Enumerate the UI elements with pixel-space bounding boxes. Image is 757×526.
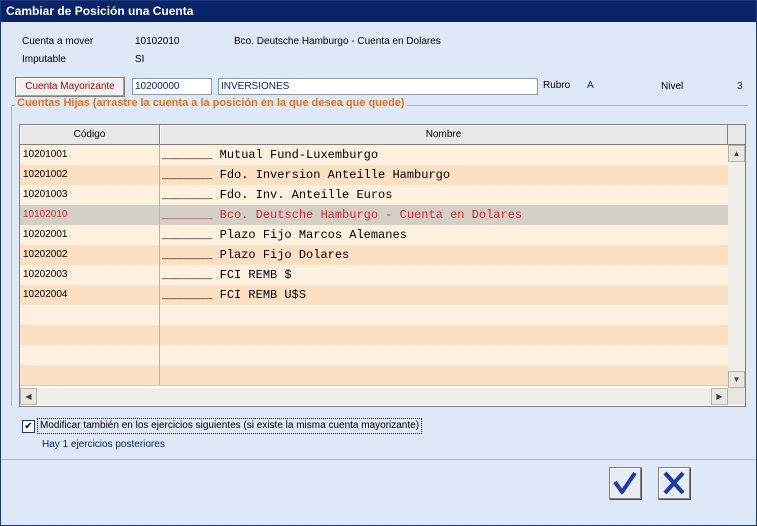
- scroll-corner: [728, 388, 745, 405]
- cell-nombre-text: Fdo. Inversion Anteille Hamburgo: [219, 168, 451, 182]
- cancel-button[interactable]: [658, 467, 690, 499]
- cell-separator: [159, 345, 160, 365]
- cuentas-grid[interactable]: Código Nombre 10201001 _______ Mutual Fun…: [19, 124, 746, 407]
- group-title: Cuentas Hijas (arrastre la cuenta a la p…: [15, 97, 407, 109]
- cell-separator: [159, 205, 160, 225]
- check-icon: ✔: [24, 421, 33, 432]
- scroll-right-icon[interactable]: ▶: [711, 388, 728, 405]
- cell-nombre-prefix: _______: [162, 248, 213, 262]
- empty-row: [20, 345, 728, 366]
- table-row[interactable]: 10202003 _______ FCI REMB $: [20, 265, 728, 286]
- cell-codigo: 10102010: [23, 209, 68, 220]
- cell-codigo: 10202001: [23, 229, 68, 240]
- cell-nombre-prefix: _______: [162, 208, 213, 222]
- cell-nombre: _______ Fdo. Inversion Anteille Hamburgo: [162, 165, 450, 185]
- imputable-value: SI: [135, 54, 145, 65]
- col-codigo-header[interactable]: Código: [20, 125, 160, 144]
- empty-row: [20, 325, 728, 346]
- window-title: Cambiar de Posición una Cuenta: [6, 4, 194, 18]
- cell-separator: [159, 265, 160, 285]
- modify-checkbox[interactable]: ✔: [22, 420, 35, 433]
- dialog-window: Cambiar de Posición una Cuenta Cuenta a …: [0, 0, 757, 526]
- table-row[interactable]: 10202002 _______ Plazo Fijo Dolares: [20, 245, 728, 266]
- cell-separator: [159, 225, 160, 245]
- scroll-up-icon[interactable]: ▲: [728, 145, 745, 162]
- cell-nombre: _______ Plazo Fijo Dolares: [162, 245, 349, 265]
- cell-nombre-text: Mutual Fund-Luxemburgo: [219, 148, 379, 162]
- table-row[interactable]: 10201001 _______ Mutual Fund-Luxemburgo: [20, 145, 728, 166]
- nivel-label: Nivel: [661, 81, 684, 92]
- nivel-value: 3: [737, 81, 743, 92]
- cell-nombre-text: FCI REMB U$S: [219, 288, 307, 302]
- cell-separator: [159, 325, 160, 345]
- cell-nombre-text: Plazo Fijo Marcos Alemanes: [219, 228, 407, 242]
- scroll-down-icon[interactable]: ▼: [728, 371, 745, 388]
- cell-separator: [159, 245, 160, 265]
- cell-nombre-prefix: _______: [162, 268, 213, 282]
- posterior-info: Hay 1 ejercicios posteriores: [42, 439, 165, 450]
- footer-divider: [1, 459, 756, 460]
- cell-codigo: 10202004: [23, 289, 68, 300]
- cuenta-name: Bco. Deutsche Hamburgo - Cuenta en Dolar…: [234, 36, 441, 47]
- ok-button[interactable]: [609, 467, 641, 499]
- cell-separator: [159, 365, 160, 385]
- col-nombre-header[interactable]: Nombre: [160, 125, 728, 144]
- cell-codigo: 10202002: [23, 249, 68, 260]
- cell-nombre-prefix: _______: [162, 168, 213, 182]
- cell-nombre: _______ Mutual Fund-Luxemburgo: [162, 145, 378, 165]
- table-row[interactable]: 10102010 _______ Bco. Deutsche Hamburgo -…: [20, 205, 728, 226]
- cell-nombre-text: Plazo Fijo Dolares: [219, 248, 350, 262]
- cell-nombre: _______ Fdo. Inv. Anteille Euros: [162, 185, 392, 205]
- cell-separator: [159, 285, 160, 305]
- modify-checkbox-label[interactable]: Modificar también en los ejercicios sigu…: [37, 418, 423, 434]
- cell-codigo: 10201001: [23, 149, 68, 160]
- cell-nombre-text: Fdo. Inv. Anteille Euros: [219, 188, 393, 202]
- cell-codigo: 10201003: [23, 189, 68, 200]
- cell-nombre: _______ FCI REMB U$S: [162, 285, 306, 305]
- horizontal-scrollbar[interactable]: ◀ ▶: [20, 388, 728, 405]
- cuenta-mayorizante-button[interactable]: Cuenta Mayorizante: [15, 77, 125, 97]
- cell-nombre-prefix: _______: [162, 188, 213, 202]
- mayorizante-name-field[interactable]: INVERSIONES: [218, 78, 538, 95]
- cell-separator: [159, 165, 160, 185]
- empty-row: [20, 305, 728, 326]
- scroll-left-icon[interactable]: ◀: [20, 388, 37, 405]
- cell-separator: [159, 305, 160, 325]
- empty-row: [20, 365, 728, 386]
- cell-nombre-text: Bco. Deutsche Hamburgo - Cuenta en Dolar…: [219, 208, 523, 222]
- cell-nombre-text: FCI REMB $: [219, 268, 292, 282]
- cuenta-label: Cuenta a mover: [22, 36, 94, 47]
- cuenta-code: 10102010: [135, 36, 180, 47]
- mayorizante-code-field[interactable]: 10200000: [132, 78, 212, 95]
- cell-nombre: _______ FCI REMB $: [162, 265, 292, 285]
- checkmark-icon: [613, 471, 637, 494]
- close-icon: [663, 471, 685, 495]
- table-row[interactable]: 10202001 _______ Plazo Fijo Marcos Aleman…: [20, 225, 728, 246]
- cell-codigo: 10201002: [23, 169, 68, 180]
- cell-nombre-prefix: _______: [162, 228, 213, 242]
- cell-separator: [159, 185, 160, 205]
- cell-separator: [159, 145, 160, 165]
- table-row[interactable]: 10201003 _______ Fdo. Inv. Anteille Euros: [20, 185, 728, 206]
- cell-nombre-prefix: _______: [162, 148, 213, 162]
- table-row[interactable]: 10201002 _______ Fdo. Inversion Anteille …: [20, 165, 728, 186]
- grid-header: Código Nombre: [20, 125, 745, 145]
- cell-nombre-prefix: _______: [162, 288, 213, 302]
- rubro-label: Rubro: [543, 80, 571, 91]
- cell-nombre: _______ Bco. Deutsche Hamburgo - Cuenta …: [162, 205, 522, 225]
- table-row[interactable]: 10202004 _______ FCI REMB U$S: [20, 285, 728, 306]
- imputable-label: Imputable: [22, 54, 66, 65]
- cell-nombre: _______ Plazo Fijo Marcos Alemanes: [162, 225, 407, 245]
- cell-codigo: 10202003: [23, 269, 68, 280]
- rubro-value: A: [587, 80, 594, 91]
- title-bar: Cambiar de Posición una Cuenta: [1, 1, 756, 22]
- vertical-scrollbar[interactable]: ▲ ▼: [728, 145, 745, 388]
